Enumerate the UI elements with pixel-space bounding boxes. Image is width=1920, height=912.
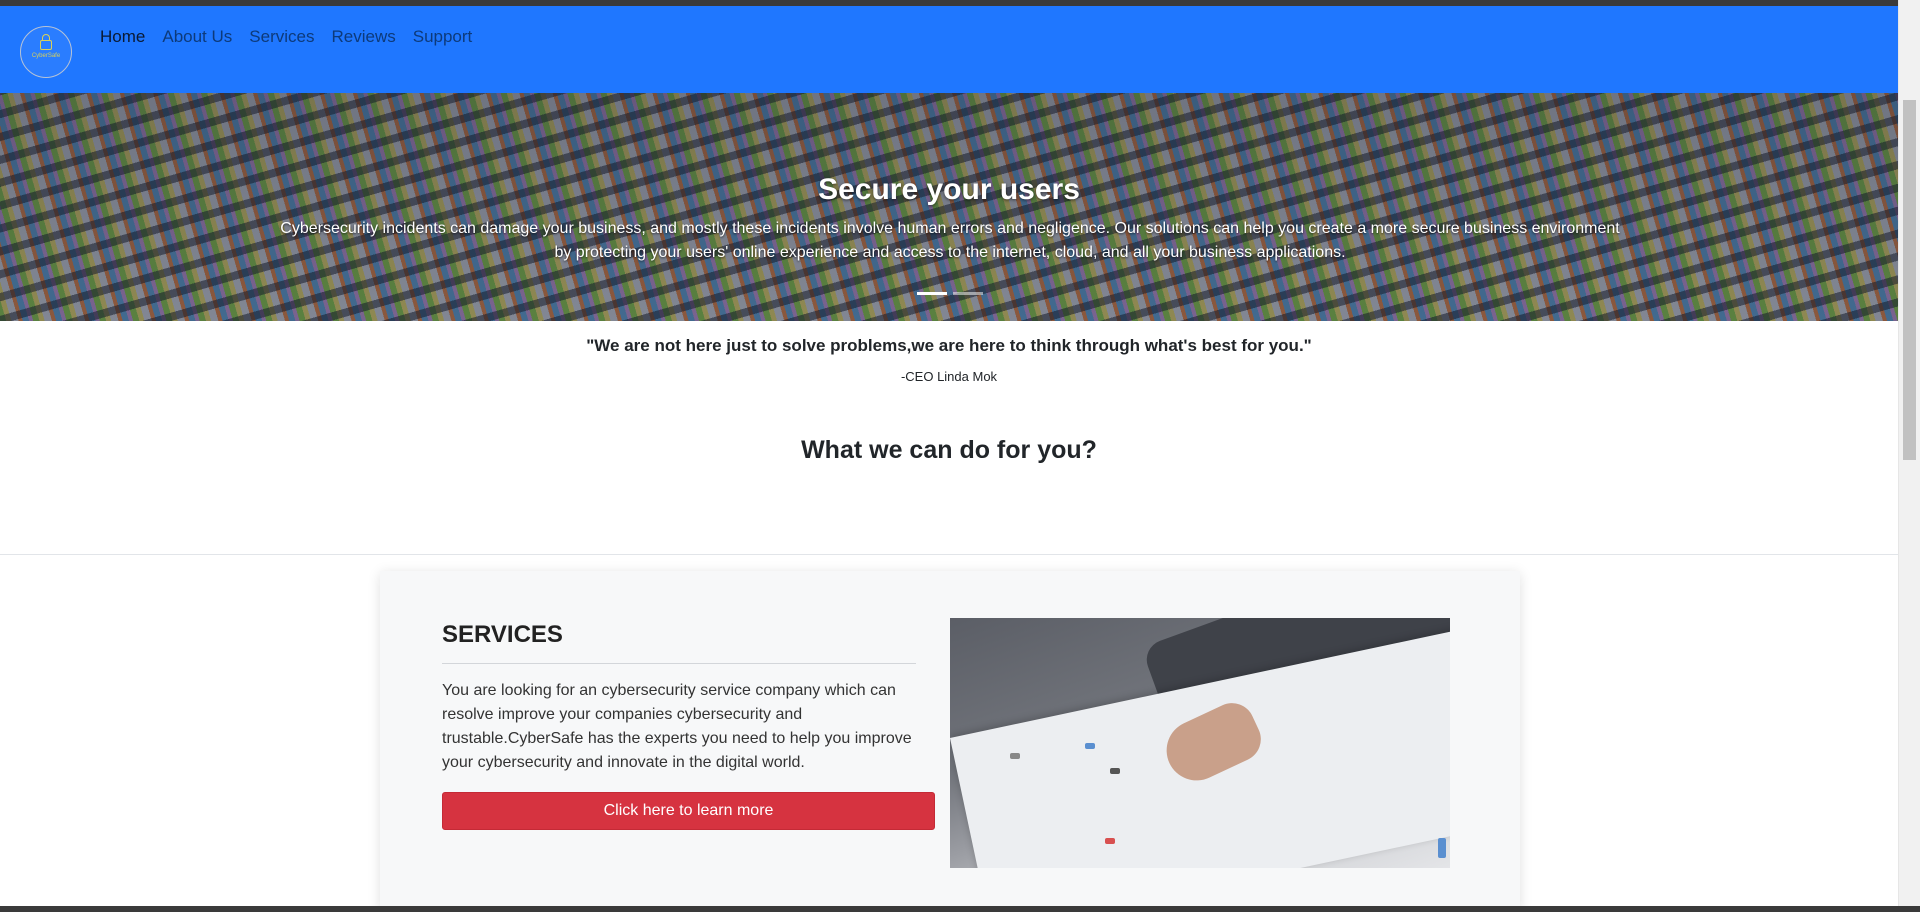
section-heading: What we can do for you? — [801, 436, 1097, 464]
learn-more-button[interactable]: Click here to learn more — [442, 792, 935, 830]
cybersafe-logo[interactable]: CyberSafe — [20, 26, 72, 78]
services-image — [950, 618, 1450, 868]
hero-title: Secure your users — [818, 173, 1080, 206]
nav-link-support[interactable]: Support — [413, 26, 473, 48]
section-divider — [0, 554, 1898, 555]
carousel-indicator-2[interactable] — [953, 292, 983, 295]
hero-description: Cybersecurity incidents can damage your … — [280, 220, 1620, 261]
quote-author: -CEO Linda Mok — [900, 369, 998, 384]
carousel-indicator-1[interactable] — [917, 292, 947, 295]
services-title-rule — [442, 663, 916, 664]
nav-link-home[interactable]: Home — [100, 26, 145, 48]
nav-links: Home About Us Services Reviews Support — [100, 26, 472, 48]
image-detail — [1105, 838, 1115, 844]
hero-background-image — [0, 93, 1898, 321]
nav-link-reviews[interactable]: Reviews — [331, 26, 395, 48]
lock-icon — [40, 33, 52, 50]
services-description: You are looking for an cybersecurity ser… — [442, 682, 912, 771]
navbar: CyberSafe Home About Us Services Reviews… — [0, 6, 1898, 93]
ceo-quote: "We are not here just to solve problems,… — [586, 336, 1312, 355]
hero-carousel[interactable]: Secure your users Cybersecurity incident… — [0, 93, 1898, 321]
services-card: SERVICES You are looking for an cybersec… — [380, 571, 1520, 912]
scrollbar-thumb[interactable] — [1903, 100, 1916, 460]
image-detail — [1438, 838, 1446, 858]
logo-text: CyberSafe — [31, 52, 61, 59]
image-detail — [1110, 768, 1120, 774]
services-title: SERVICES — [442, 621, 563, 648]
image-detail — [1085, 743, 1095, 749]
browser-bottom-bar — [0, 906, 1920, 912]
carousel-indicators — [917, 292, 983, 295]
image-detail — [1010, 753, 1020, 759]
nav-link-services[interactable]: Services — [249, 26, 314, 48]
nav-link-about-us[interactable]: About Us — [162, 26, 232, 48]
